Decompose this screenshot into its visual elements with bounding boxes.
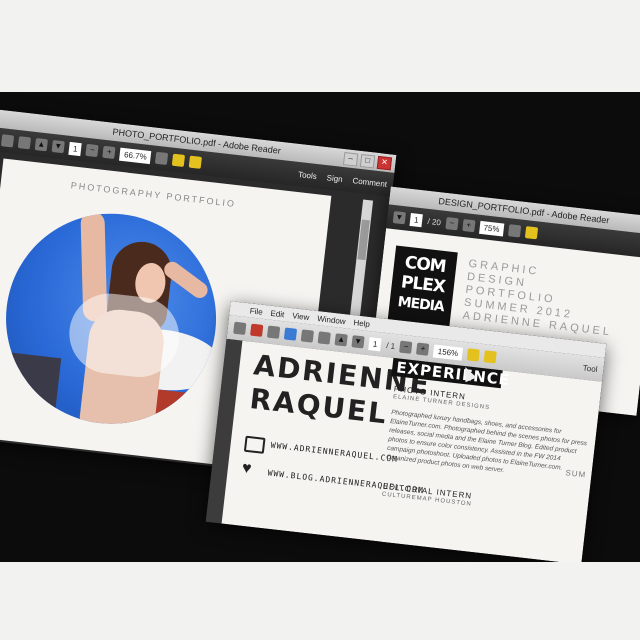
page-up-icon[interactable]: ▲ <box>334 333 348 347</box>
open-icon[interactable] <box>233 321 247 335</box>
page-number-field[interactable]: 1 <box>409 212 424 227</box>
sign-link[interactable]: Sign <box>326 173 343 184</box>
highlight-icon[interactable] <box>188 155 203 169</box>
scrollbar-thumb[interactable] <box>357 219 370 261</box>
page-total: / 1 <box>385 340 396 351</box>
design-heading: GRAPHIC DESIGN PORTFOLIO SUMMER 2012 ADR… <box>462 258 619 340</box>
page-down-icon[interactable]: ▼ <box>351 335 365 349</box>
job1-description: Photographed luxury handbags, shoes, and… <box>385 409 588 475</box>
page-down-icon[interactable]: ▼ <box>51 139 65 154</box>
zoom-out-icon[interactable]: − <box>445 217 459 231</box>
edit-icon[interactable] <box>266 325 281 339</box>
print-icon[interactable] <box>300 329 314 343</box>
window-controls: – □ ✕ <box>342 152 393 171</box>
fit-page-icon[interactable] <box>155 151 169 166</box>
website-link[interactable]: WWW.ADRIENNERAQUEL.COM <box>270 441 398 464</box>
tools-link[interactable]: Tools <box>298 169 318 180</box>
page-down-icon[interactable]: ▼ <box>392 211 406 225</box>
zoom-field[interactable]: 156% <box>433 343 463 361</box>
page-total: / 20 <box>427 216 442 227</box>
comment-bubble-icon[interactable] <box>466 348 480 362</box>
maximize-button[interactable]: □ <box>359 153 376 169</box>
menu-window[interactable]: Window <box>317 314 346 326</box>
heart-icon: ♥ <box>241 459 253 478</box>
create-icon[interactable] <box>250 323 264 337</box>
monitor-screen: PHOTO_PORTFOLIO.pdf - Adobe Reader – □ ✕… <box>0 92 640 562</box>
close-button[interactable]: ✕ <box>376 155 393 171</box>
comment-bubble-icon[interactable] <box>171 153 186 167</box>
page-number-field[interactable]: 1 <box>368 336 383 351</box>
page-number-field[interactable]: 1 <box>68 141 83 156</box>
menu-view[interactable]: View <box>292 311 310 322</box>
desktop: PHOTO_PORTFOLIO.pdf - Adobe Reader – □ ✕… <box>0 102 640 562</box>
tools-link[interactable]: Tool <box>582 363 598 374</box>
page-heading: PHOTOGRAPHY PORTFOLIO <box>70 180 237 210</box>
highlight-icon[interactable] <box>483 350 497 364</box>
mail-icon[interactable] <box>17 136 32 150</box>
mail-icon[interactable] <box>317 331 331 345</box>
menu-file[interactable]: File <box>249 306 263 316</box>
menu-help[interactable]: Help <box>353 318 370 329</box>
minimize-button[interactable]: – <box>342 152 359 167</box>
save-icon[interactable] <box>283 327 298 341</box>
zoom-field[interactable]: 66.7% <box>119 147 152 164</box>
fit-page-icon[interactable] <box>507 224 522 238</box>
zoom-in-icon[interactable]: + <box>462 218 476 233</box>
zoom-in-icon[interactable]: + <box>102 145 116 160</box>
zoom-in-icon[interactable]: + <box>416 342 430 356</box>
zoom-out-icon[interactable]: − <box>85 143 100 158</box>
portrait-photo <box>0 202 228 435</box>
toolbar-links: Tools Sign Comment <box>298 169 388 188</box>
building-shape <box>0 351 62 428</box>
print-icon[interactable] <box>0 134 15 148</box>
menu-edit[interactable]: Edit <box>270 308 285 319</box>
zoom-out-icon[interactable]: − <box>399 340 413 354</box>
zoom-field[interactable]: 75% <box>478 220 505 237</box>
comment-bubble-icon[interactable] <box>524 226 538 240</box>
comment-link[interactable]: Comment <box>352 176 387 189</box>
website-icon <box>243 435 266 454</box>
page-up-icon[interactable]: ▲ <box>34 138 48 152</box>
resume-window[interactable]: File Edit View Window Help ▲ ▼ 1 / 1 − +… <box>205 301 607 562</box>
